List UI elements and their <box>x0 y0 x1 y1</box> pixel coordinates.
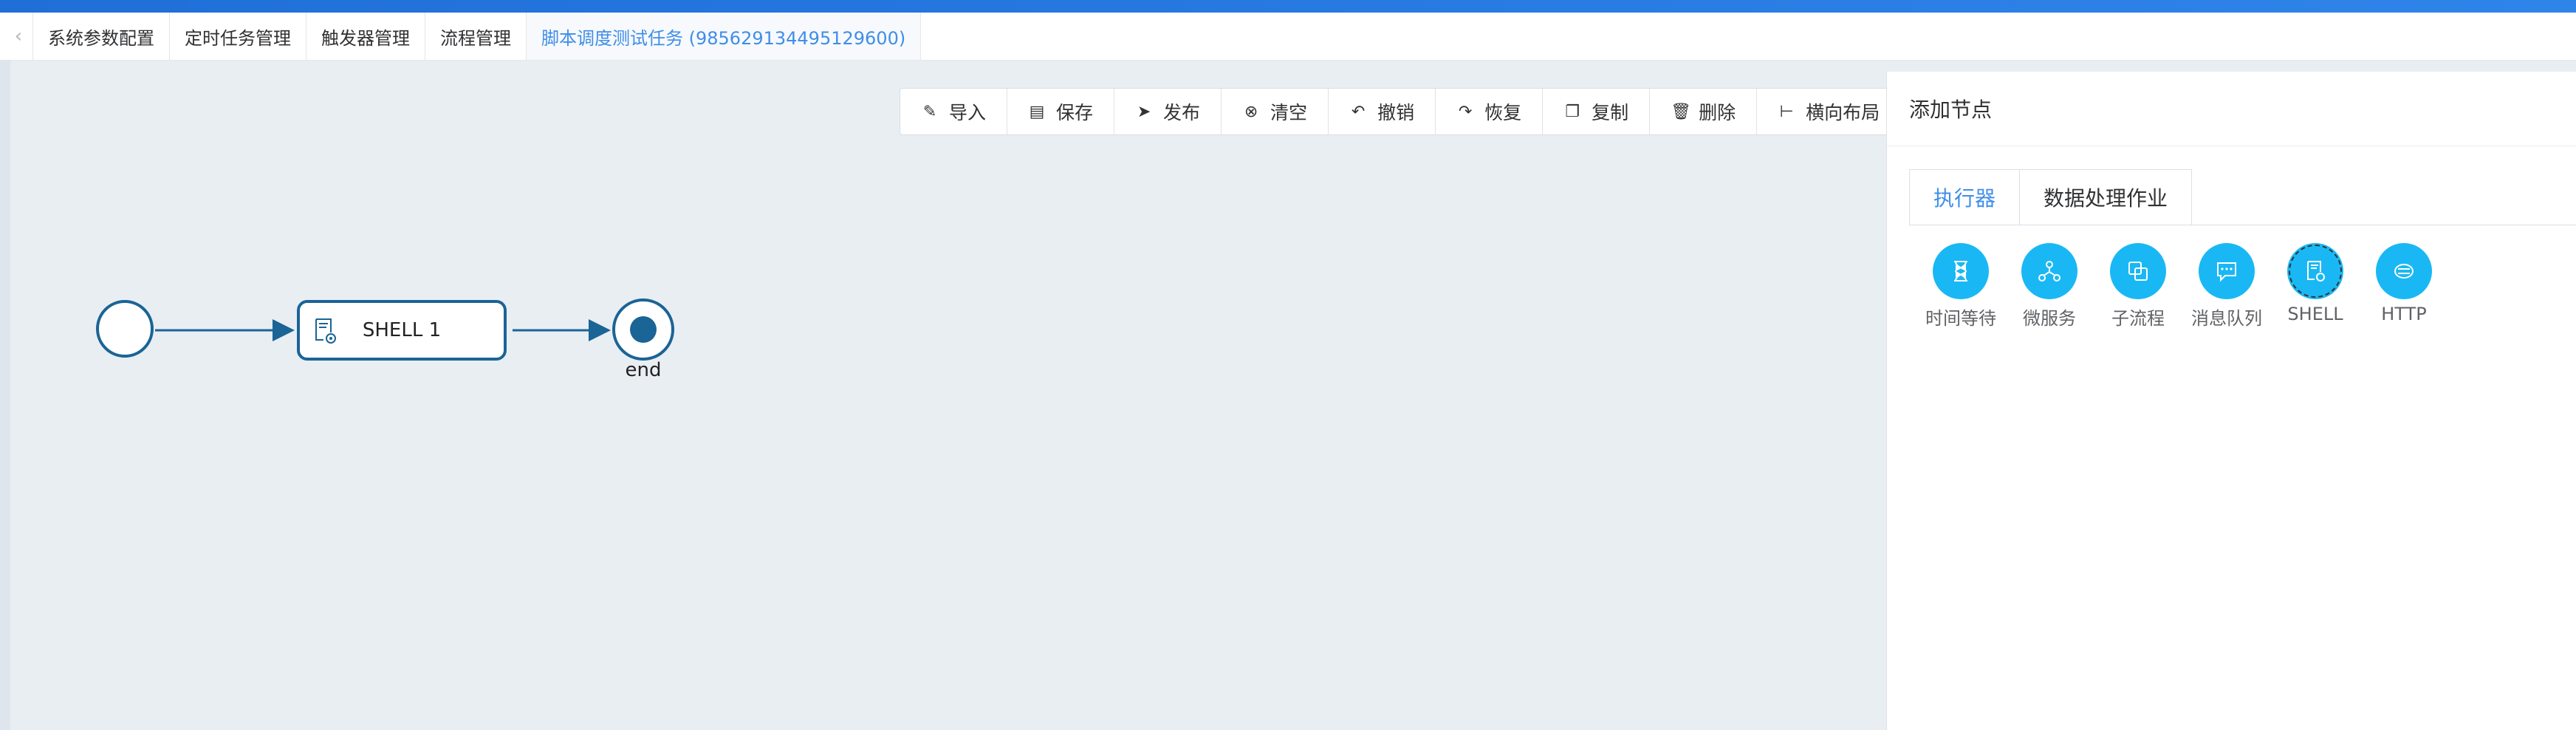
shell-script-icon <box>2287 243 2343 299</box>
message-queue-icon <box>2199 243 2255 299</box>
panel-title: 添加节点 <box>1909 98 1993 122</box>
node-label: HTTP <box>2381 304 2427 324</box>
import-button[interactable]: ✎ 导入 <box>900 89 1008 134</box>
node-time-wait[interactable]: 时间等待 <box>1916 243 2005 330</box>
node-label: SHELL <box>2287 304 2343 324</box>
circle-close-icon: ⊗ <box>1244 102 1258 121</box>
node-http[interactable]: HTTP <box>2360 243 2448 330</box>
shell-task-node[interactable]: SHELL 1 <box>297 300 507 361</box>
tab-executor[interactable]: 执行器 <box>1909 169 2021 225</box>
node-microservice[interactable]: 微服务 <box>2005 243 2094 330</box>
horizontal-layout-button[interactable]: ⊢ 横向布局 <box>1757 89 1900 134</box>
node-shell[interactable]: SHELL <box>2271 243 2360 330</box>
node-message-queue[interactable]: 消息队列 <box>2182 243 2271 330</box>
end-event-label: end <box>625 359 662 381</box>
edit-icon: ✎ <box>922 102 937 121</box>
copy-button[interactable]: ❐ 复制 <box>1543 89 1651 134</box>
publish-button[interactable]: ➤ 发布 <box>1114 89 1222 134</box>
task-label: SHELL 1 <box>362 319 442 341</box>
undo-icon: ↶ <box>1351 102 1366 121</box>
tab-data-processing[interactable]: 数据处理作业 <box>2020 169 2193 225</box>
delete-button[interactable]: 🗑 删除 <box>1650 89 1758 134</box>
subprocess-icon <box>2110 243 2166 299</box>
node-subprocess[interactable]: 子流程 <box>2094 243 2182 330</box>
add-node-panel: 添加节点 执行器 数据处理作业 时间等待 微服务 子流程 消息队列 SHELL … <box>1886 72 2576 730</box>
editor-toolbar: ✎ 导入 ▤ 保存 ➤ 发布 ⊗ 清空 ↶ 撤销 ↷ 恢复 ❐ 复制 🗑 删除 … <box>900 88 1902 135</box>
save-button[interactable]: ▤ 保存 <box>1007 89 1115 134</box>
trash-icon: 🗑 <box>1671 102 1692 121</box>
send-icon: ➤ <box>1137 102 1151 121</box>
redo-button[interactable]: ↷ 恢复 <box>1436 89 1544 134</box>
node-label: 时间等待 <box>1925 308 1996 329</box>
clear-button[interactable]: ⊗ 清空 <box>1222 89 1329 134</box>
node-palette: 时间等待 微服务 子流程 消息队列 SHELL HTTP <box>1916 243 2448 330</box>
node-label: 子流程 <box>2111 308 2165 329</box>
undo-button[interactable]: ↶ 撤销 <box>1329 89 1436 134</box>
panel-tabs: 执行器 数据处理作业 <box>1909 169 2193 225</box>
node-label: 消息队列 <box>2191 308 2262 329</box>
document-copy-icon: ❐ <box>1565 102 1580 121</box>
hourglass-icon <box>1933 243 1989 299</box>
http-icon <box>2376 243 2432 299</box>
redo-icon: ↷ <box>1458 102 1473 121</box>
layout-tree-icon: ⊢ <box>1779 102 1794 121</box>
end-event[interactable] <box>612 299 674 361</box>
microservice-icon <box>2021 243 2077 299</box>
start-event[interactable] <box>96 300 154 358</box>
file-icon: ▤ <box>1029 102 1045 121</box>
node-label: 微服务 <box>2023 308 2076 329</box>
end-event-dot <box>630 316 657 343</box>
